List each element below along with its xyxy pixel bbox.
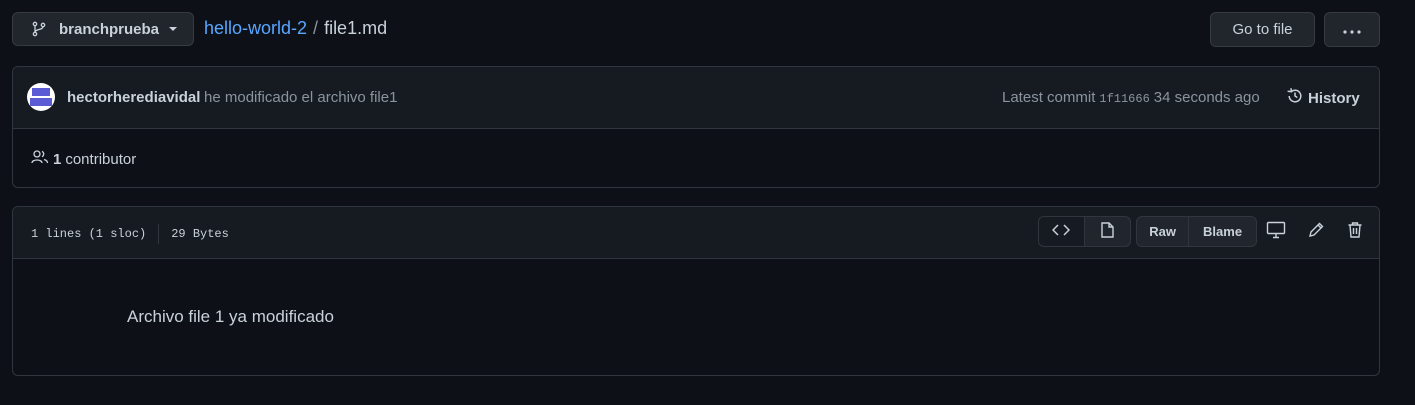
file-viewer: 1 lines (1 sloc) 29 Bytes Raw Blame Arch… — [12, 206, 1380, 376]
contributors-row[interactable]: 1 contributor — [31, 149, 136, 169]
chevron-down-icon — [169, 27, 178, 31]
commit-meta: Latest commit 1f11666 34 seconds ago — [1002, 89, 1260, 106]
go-to-file-button[interactable]: Go to file — [1210, 12, 1315, 47]
breadcrumb: hello-world-2 / file1.md — [204, 18, 387, 39]
history-icon — [1286, 87, 1308, 109]
commit-message-link[interactable]: he modificado el archivo file1 — [204, 89, 397, 106]
desktop-icon — [1266, 221, 1286, 242]
branch-name: branchprueba — [59, 20, 160, 38]
source-view-button[interactable] — [1039, 217, 1085, 246]
people-icon — [31, 149, 49, 169]
breadcrumb-repo-link[interactable]: hello-world-2 — [204, 18, 307, 39]
file-line-count: 1 lines (1 sloc) — [31, 227, 147, 241]
divider — [158, 224, 160, 244]
breadcrumb-separator: / — [313, 18, 319, 38]
raw-blame-group: Raw Blame — [1136, 216, 1257, 247]
raw-button[interactable]: Raw — [1137, 217, 1190, 246]
contributor-count: 1 — [53, 150, 62, 168]
file-info: 1 lines (1 sloc) 29 Bytes — [31, 224, 229, 244]
rendered-view-button[interactable] — [1085, 217, 1131, 246]
contributor-label: contributor — [65, 150, 137, 168]
commit-author-link[interactable]: hectorherediavidal — [67, 89, 200, 106]
latest-commit-row: hectorherediavidal he modificado el arch… — [13, 67, 1379, 129]
edit-file-button[interactable] — [1306, 221, 1326, 241]
trash-icon — [1347, 221, 1363, 242]
history-link[interactable]: History — [1286, 87, 1360, 109]
avatar[interactable] — [27, 83, 55, 111]
file-navigation: branchprueba hello-world-2 / file1.md Go… — [12, 12, 1380, 48]
commit-time: 34 seconds ago — [1153, 89, 1260, 106]
more-options-button[interactable] — [1324, 12, 1380, 47]
view-mode-toggle — [1038, 216, 1131, 247]
file-header: 1 lines (1 sloc) 29 Bytes Raw Blame — [13, 207, 1379, 259]
breadcrumb-file-name: file1.md — [324, 18, 388, 38]
code-icon — [1052, 223, 1071, 240]
blame-button[interactable]: Blame — [1189, 217, 1256, 246]
latest-commit-label: Latest commit — [1002, 89, 1096, 106]
delete-file-button[interactable] — [1345, 221, 1365, 241]
history-label: History — [1308, 89, 1360, 107]
branch-selector-button[interactable]: branchprueba — [12, 12, 194, 46]
git-branch-icon — [31, 21, 47, 37]
kebab-horizontal-icon — [1342, 22, 1362, 38]
open-desktop-button[interactable] — [1266, 221, 1286, 241]
file-icon — [1100, 222, 1114, 241]
file-content: Archivo file 1 ya modificado — [127, 307, 334, 326]
commit-box: hectorherediavidal he modificado el arch… — [12, 66, 1380, 188]
pencil-icon — [1307, 221, 1325, 242]
file-size: 29 Bytes — [171, 227, 229, 241]
commit-sha-link[interactable]: 1f11666 — [1099, 92, 1149, 106]
